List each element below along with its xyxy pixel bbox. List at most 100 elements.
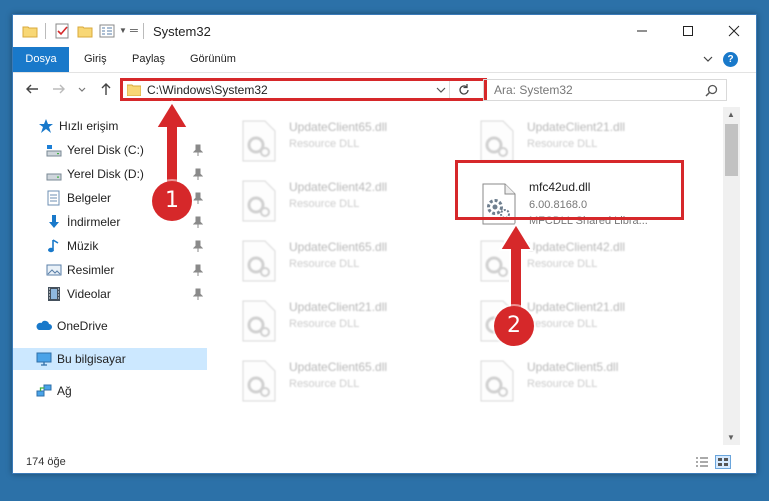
maximize-button[interactable] xyxy=(665,15,711,47)
tab-home[interactable]: Giriş xyxy=(84,47,107,72)
help-icon[interactable]: ? xyxy=(723,52,738,67)
navigation-bar: C:\Windows\System32 Ara: System32 xyxy=(13,73,756,107)
scroll-down-icon[interactable]: ▼ xyxy=(727,433,735,442)
minimize-button[interactable] xyxy=(619,15,665,47)
file-tile[interactable]: UpdateClient65.dll Resource DLL xyxy=(229,237,449,287)
search-icon[interactable] xyxy=(705,84,718,97)
address-divider xyxy=(449,81,450,98)
tab-view[interactable]: Görünüm xyxy=(190,47,236,72)
sidebar-item-label: Müzik xyxy=(67,239,99,253)
file-highlight-box xyxy=(455,160,684,220)
title-separator xyxy=(143,23,144,39)
network-icon xyxy=(36,384,52,397)
file-name: UpdateClient42.dll xyxy=(289,180,388,194)
expand-ribbon-icon[interactable] xyxy=(701,52,715,66)
sidebar-item-pictures[interactable]: Resimler xyxy=(13,259,207,281)
close-button[interactable] xyxy=(711,15,756,47)
pin-icon[interactable] xyxy=(193,264,203,276)
forward-arrow-icon[interactable] xyxy=(51,81,67,97)
quick-access-dropdown-icon[interactable]: ▼ xyxy=(119,23,129,39)
sidebar-item-this-pc[interactable]: Bu bilgisayar xyxy=(13,348,207,370)
sidebar-item-label: Yerel Disk (C:) xyxy=(67,143,144,157)
file-tile[interactable]: UpdateClient5.dll Resource DLL xyxy=(467,357,687,407)
star-icon xyxy=(39,119,53,133)
details-view-icon[interactable] xyxy=(695,456,709,468)
downloads-icon xyxy=(49,215,59,228)
file-tile[interactable]: UpdateClient65.dll Resource DLL xyxy=(229,117,449,167)
item-count: 174 öğe xyxy=(26,456,66,468)
dll-file-icon xyxy=(480,120,514,162)
chevron-down-icon[interactable] xyxy=(436,85,446,95)
tiles-view-icon[interactable] xyxy=(715,455,731,469)
arrow-up-annotation xyxy=(498,222,534,314)
address-path[interactable]: C:\Windows\System32 xyxy=(147,82,268,98)
sidebar-item-label: Videolar xyxy=(67,287,111,301)
properties-check-icon[interactable] xyxy=(54,23,70,39)
close-icon xyxy=(728,25,740,37)
dll-file-icon xyxy=(480,360,514,402)
tab-share[interactable]: Paylaş xyxy=(132,47,165,72)
file-name: UpdateClient21.dll xyxy=(527,300,626,314)
sidebar-item-videos[interactable]: Videolar xyxy=(13,283,207,305)
pin-icon[interactable] xyxy=(193,240,203,252)
file-name: UpdateClient21.dll xyxy=(527,120,626,134)
pin-icon[interactable] xyxy=(193,192,203,204)
dll-file-icon xyxy=(242,360,276,402)
file-description: Resource DLL xyxy=(527,378,598,390)
file-description: Resource DLL xyxy=(289,198,360,210)
vertical-scrollbar[interactable]: ▲ ▼ xyxy=(723,107,740,445)
folder-icon[interactable] xyxy=(22,23,38,39)
dll-file-icon xyxy=(242,120,276,162)
file-name: UpdateClient65.dll xyxy=(289,240,388,254)
tab-file[interactable]: Dosya xyxy=(13,47,69,72)
dll-file-icon xyxy=(242,180,276,222)
pin-icon[interactable] xyxy=(193,144,203,156)
sidebar-item-onedrive[interactable]: OneDrive xyxy=(13,315,207,337)
file-tile[interactable]: UpdateClient65.dll Resource DLL xyxy=(229,357,449,407)
customize-toolbar-icon[interactable]: ═ xyxy=(130,23,140,39)
sidebar-item-music[interactable]: Müzik xyxy=(13,235,207,257)
sidebar-item-label: İndirmeler xyxy=(67,215,121,229)
scroll-thumb[interactable] xyxy=(725,124,738,176)
refresh-icon[interactable] xyxy=(456,82,472,98)
address-bar[interactable]: C:\Windows\System32 xyxy=(120,78,487,101)
sidebar-item-label: Bu bilgisayar xyxy=(57,352,126,366)
file-name: UpdateClient21.dll xyxy=(289,300,388,314)
back-arrow-icon[interactable] xyxy=(24,81,40,97)
pin-icon[interactable] xyxy=(193,288,203,300)
file-description: Resource DLL xyxy=(527,318,598,330)
step-badge-1: 1 xyxy=(152,181,192,221)
file-description: Resource DLL xyxy=(289,138,360,150)
file-name: UpdateClient65.dll xyxy=(289,360,388,374)
recent-locations-icon[interactable] xyxy=(77,81,87,97)
pictures-icon xyxy=(46,264,62,276)
sidebar-item-network[interactable]: Ağ xyxy=(13,380,207,402)
status-bar: 174 öğe xyxy=(13,450,756,473)
file-tile[interactable]: UpdateClient42.dll Resource DLL xyxy=(229,177,449,227)
sidebar-item-label: OneDrive xyxy=(57,319,108,333)
scroll-up-icon[interactable]: ▲ xyxy=(727,110,735,119)
explorer-window: ▼ ═ System32 Dosya Giriş Paylaş Görünüm … xyxy=(12,14,757,474)
pin-icon[interactable] xyxy=(193,168,203,180)
search-input[interactable]: Ara: System32 xyxy=(494,83,573,97)
minimize-icon xyxy=(637,30,647,32)
sidebar-item-label: Hızlı erişim xyxy=(59,119,119,133)
up-arrow-icon[interactable] xyxy=(98,81,114,97)
view-properties-icon[interactable] xyxy=(99,23,115,39)
file-tile[interactable]: UpdateClient21.dll Resource DLL xyxy=(229,297,449,347)
dll-file-icon xyxy=(242,300,276,342)
documents-icon xyxy=(47,190,60,206)
new-folder-icon[interactable] xyxy=(77,23,93,39)
file-description: Resource DLL xyxy=(289,318,360,330)
file-description: Resource DLL xyxy=(289,258,360,270)
title-bar: ▼ ═ System32 xyxy=(13,15,756,47)
search-box[interactable]: Ara: System32 xyxy=(483,79,727,101)
pin-icon[interactable] xyxy=(193,216,203,228)
videos-icon xyxy=(48,287,60,301)
sidebar-item-label: Resimler xyxy=(67,263,115,277)
drive-icon xyxy=(46,173,62,181)
window-title: System32 xyxy=(153,24,211,39)
file-name: UpdateClient5.dll xyxy=(527,360,619,374)
title-separator xyxy=(45,23,46,39)
sidebar-item-label: Yerel Disk (D:) xyxy=(67,167,144,181)
